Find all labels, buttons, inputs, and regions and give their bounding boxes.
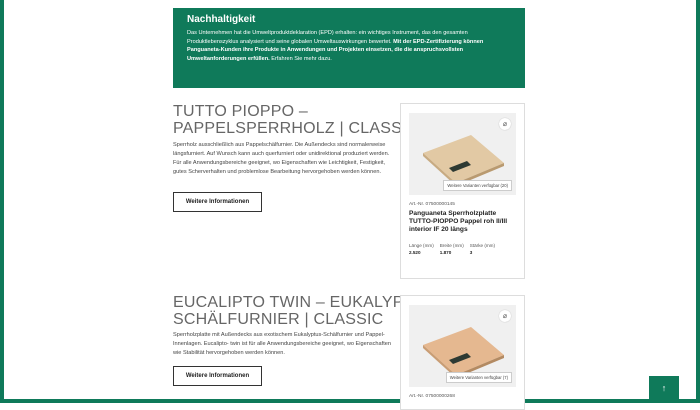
- dim-label: Länge (mm): [409, 243, 434, 248]
- dimensions: Länge (mm) 2.520 Breite (mm) 1.870 Stärk…: [409, 243, 521, 255]
- product-title-line1: TUTTO PIOPPO –: [173, 103, 308, 120]
- more-info-button[interactable]: Weitere Informationen: [173, 192, 262, 212]
- dim-value: 2.520: [409, 250, 421, 255]
- paperclip-icon[interactable]: ⌀: [499, 310, 511, 322]
- sustainability-more-link[interactable]: Erfahren Sie mehr dazu.: [270, 56, 332, 62]
- sustainability-title: Nachhaltigkeit: [187, 14, 256, 25]
- dim-label: Stärke (mm): [469, 243, 496, 248]
- variants-badge[interactable]: Weitere Varianten verfügbar (20): [443, 180, 512, 191]
- product-image[interactable]: ⌀ Weitere Varianten verfügbar (7): [409, 305, 516, 387]
- dim-label: Breite (mm): [439, 243, 464, 248]
- product-description: Sperrholzplatte mit Außendecks aus exoti…: [173, 332, 391, 356]
- article-number: Art.-Nr. 07500000145: [409, 202, 455, 207]
- scroll-to-top-button[interactable]: ↑: [649, 376, 679, 400]
- product-title-line2: PAPPELSPERRHOLZ | CLASSIC: [173, 119, 419, 137]
- product-card[interactable]: ⌀ Weitere Varianten verfügbar (20) Art.-…: [400, 103, 525, 279]
- article-number: Art.-Nr. 07500000268: [409, 394, 455, 399]
- product-description: Sperrholz ausschließlich aus Pappelschäl…: [173, 142, 390, 175]
- dim-thickness: Stärke (mm) 3: [470, 243, 495, 255]
- dim-value: 3: [469, 250, 473, 255]
- paperclip-icon[interactable]: ⌀: [499, 118, 511, 130]
- product-image[interactable]: ⌀ Weitere Varianten verfügbar (20): [409, 113, 516, 195]
- product-name[interactable]: Panguaneta Sperrholzplatte TUTTO-PIOPPO …: [409, 210, 521, 235]
- more-info-button[interactable]: Weitere Informationen: [173, 366, 262, 386]
- product-card[interactable]: ⌀ Weitere Varianten verfügbar (7) Art.-N…: [400, 295, 525, 410]
- product-title-line2: SCHÄLFURNIER | CLASSIC: [173, 310, 384, 328]
- arrow-up-icon: ↑: [661, 383, 667, 393]
- dim-width: Breite (mm) 1.870: [440, 243, 464, 255]
- product-title: TUTTO PIOPPO – PAPPELSPERRHOLZ | CLASSIC: [173, 103, 419, 138]
- dim-value: 1.870: [439, 250, 452, 255]
- dim-length: Länge (mm) 2.520: [409, 243, 434, 255]
- sustainability-banner: Nachhaltigkeit Das Unternehmen hat die U…: [173, 8, 525, 88]
- sustainability-text: Das Unternehmen hat die Umweltproduktdek…: [187, 29, 513, 64]
- variants-badge[interactable]: Weitere Varianten verfügbar (7): [445, 372, 512, 383]
